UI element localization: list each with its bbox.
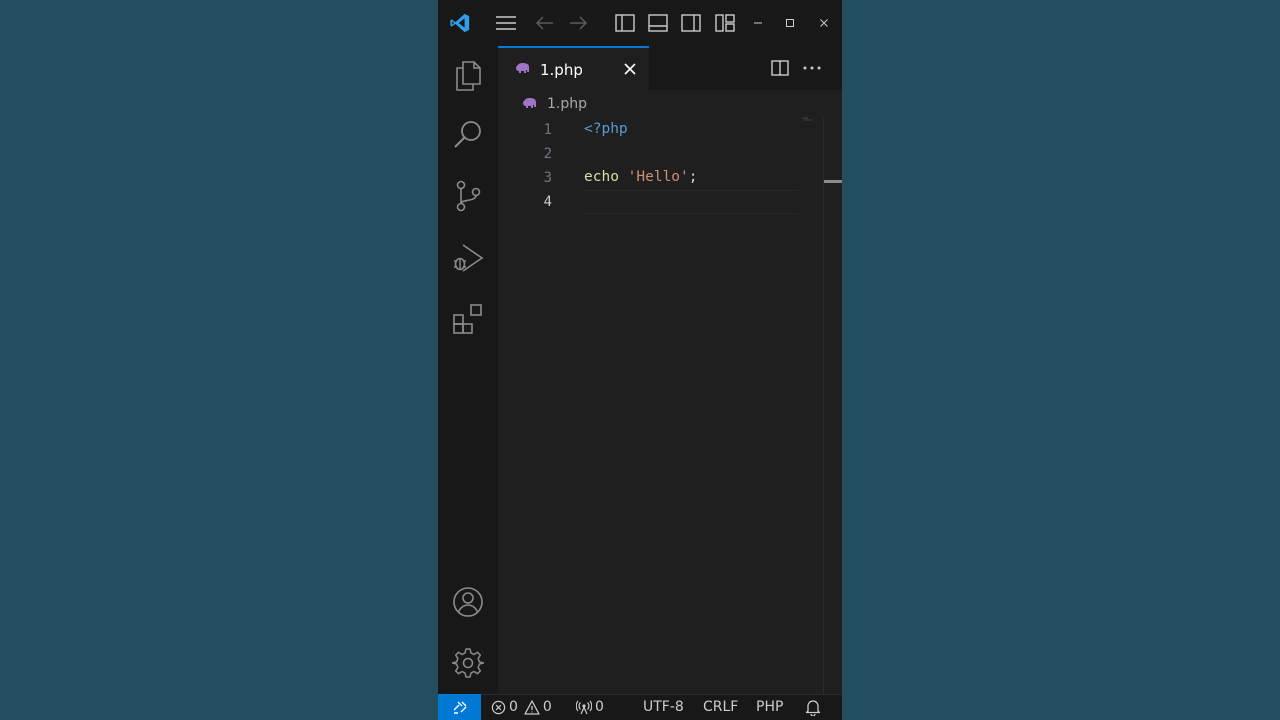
php-file-icon [523,98,536,108]
search-icon[interactable] [450,117,486,153]
vscode-window: 1.php 1.php 1 2 3 4 <?php echo 'Hello'; [438,0,842,720]
notifications-bell-icon[interactable] [805,699,821,716]
menu-icon[interactable] [494,11,518,35]
encoding-label: UTF-8 [643,699,684,715]
string-literal: 'Hello' [627,169,689,185]
line-number: 2 [543,146,552,162]
run-debug-icon[interactable] [450,240,486,276]
remote-icon [453,701,466,714]
code-line[interactable]: echo 'Hello'; [584,169,698,185]
line-number-active: 4 [543,194,552,210]
current-line-highlight [584,190,798,214]
problems-indicator[interactable]: 0 0 [491,699,552,715]
php-file-icon [516,63,529,73]
close-window-icon[interactable] [812,11,836,35]
title-bar [438,0,842,46]
vscode-logo-icon [448,11,472,35]
tab-close-icon[interactable] [620,59,640,79]
toggle-primary-sidebar-icon[interactable] [613,11,637,35]
encoding-indicator[interactable]: UTF-8 [643,699,684,715]
forward-arrow-icon[interactable] [566,11,590,35]
tab-1-php[interactable]: 1.php [498,46,649,90]
minimap-shadow-icon [802,117,812,121]
toggle-secondary-sidebar-icon[interactable] [679,11,703,35]
activity-bar [438,46,498,694]
warning-icon [524,699,540,715]
tab-label: 1.php [540,61,583,79]
error-count: 0 [509,699,518,715]
ports-count: 0 [595,699,604,715]
line-number: 1 [543,122,552,138]
minimize-icon[interactable] [746,11,770,35]
keyword-echo: echo [584,169,619,185]
extensions-icon[interactable] [450,301,486,337]
broadcast-icon [576,700,592,714]
breadcrumb-file-label: 1.php [547,96,588,112]
eol-indicator[interactable]: CRLF [703,699,738,715]
line-number: 3 [543,170,552,186]
source-control-icon[interactable] [450,178,486,214]
remote-indicator[interactable] [438,694,481,720]
manage-gear-icon[interactable] [450,645,486,681]
language-label: PHP [756,699,784,715]
back-arrow-icon[interactable] [533,11,557,35]
status-bar: 0 0 0 UTF-8 CRLF PHP [438,694,842,720]
semicolon: ; [688,169,698,185]
warning-count: 0 [542,699,552,715]
error-icon [491,700,506,714]
eol-label: CRLF [703,699,739,715]
editor-tab-bar: 1.php [498,46,842,90]
cursor-position-marker [824,180,842,183]
php-open-tag: <?php [584,121,628,137]
toggle-panel-icon[interactable] [646,11,670,35]
language-mode-indicator[interactable]: PHP [756,699,783,715]
code-line[interactable]: <?php [584,121,628,137]
customize-layout-icon[interactable] [713,11,737,35]
more-actions-icon[interactable] [800,56,824,80]
accounts-icon[interactable] [450,584,486,620]
split-editor-icon[interactable] [768,56,792,80]
vertical-scrollbar[interactable] [823,118,824,694]
explorer-icon[interactable] [450,58,486,94]
maximize-icon[interactable] [778,11,802,35]
ports-indicator[interactable]: 0 [576,699,604,715]
